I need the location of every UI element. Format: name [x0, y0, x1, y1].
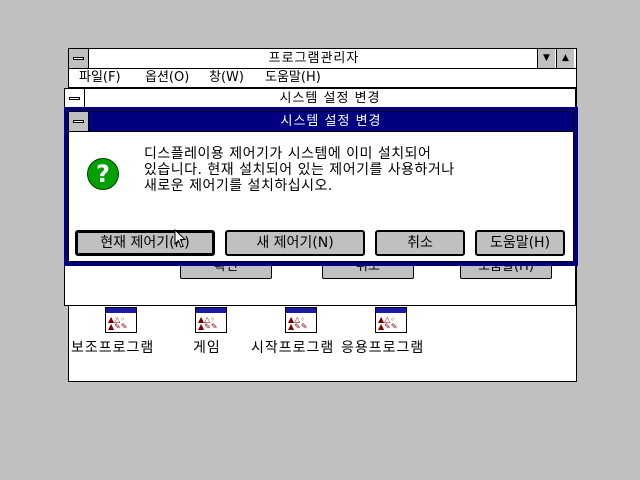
- message-line: 새로운 제어기를 설치하십시오.: [144, 178, 333, 194]
- message-line: 있습니다. 현재 설치되어 있는 제어기를 사용하거나: [144, 162, 455, 178]
- dialog-message: 디스플레이용 제어기가 시스템에 이미 설치되어 있습니다. 현재 설치되어 있…: [144, 146, 564, 194]
- program-group-icon[interactable]: ▲△◦ ▲✎✎: [195, 307, 227, 333]
- maximize-arrow-icon: ▲: [562, 53, 569, 63]
- group-label-accessories[interactable]: 보조프로그램: [71, 339, 154, 357]
- system-menu-box[interactable]: [69, 49, 89, 68]
- maximize-button[interactable]: ▲: [556, 49, 574, 68]
- menu-window[interactable]: 창(W): [205, 69, 248, 87]
- message-line: 디스플레이용 제어기가 시스템에 이미 설치되어: [144, 146, 432, 162]
- group-label-startup[interactable]: 시작프로그램: [251, 339, 334, 357]
- button-label: 취소: [407, 235, 433, 251]
- change-system-settings-dialog: 시스템 설정 변경 ? 디스플레이용 제어기가 시스템에 이미 설치되어 있습니…: [64, 107, 578, 266]
- dialog-titlebar[interactable]: 시스템 설정 변경: [69, 112, 573, 132]
- background-dialog-title: 시스템 설정 변경: [279, 91, 381, 106]
- program-manager-titlebar[interactable]: 프로그램관리자 ▼ ▲: [69, 49, 576, 69]
- cancel-button[interactable]: 취소: [375, 230, 465, 256]
- dialog-body: 시스템 설정 변경 ? 디스플레이용 제어기가 시스템에 이미 설치되어 있습니…: [68, 111, 574, 262]
- background-dialog-titlebar: 시스템 설정 변경: [65, 89, 575, 109]
- program-manager-menubar: 파일(F) 옵션(O) 창(W) 도움말(H): [69, 69, 576, 88]
- program-group-icon[interactable]: ▲△◦ ▲✎✎: [105, 307, 137, 333]
- dialog-title: 시스템 설정 변경: [280, 114, 382, 129]
- group-label-applications[interactable]: 응용프로그램: [341, 339, 424, 357]
- menu-help[interactable]: 도움말(H): [261, 69, 325, 87]
- program-group-icon[interactable]: ▲△◦ ▲✎✎: [285, 307, 317, 333]
- mouse-cursor-icon: [174, 229, 187, 248]
- program-manager-title: 프로그램관리자: [268, 51, 360, 66]
- minimize-arrow-icon: ▼: [543, 53, 550, 63]
- new-driver-button[interactable]: 새 제어기(N): [225, 230, 365, 256]
- current-driver-button[interactable]: 현재 제어기(R): [75, 230, 215, 256]
- program-group-icon[interactable]: ▲△◦ ▲✎✎: [375, 307, 407, 333]
- system-menu-box[interactable]: [69, 112, 89, 131]
- menu-options[interactable]: 옵션(O): [141, 69, 193, 87]
- question-icon: ?: [87, 158, 119, 190]
- minimize-button[interactable]: ▼: [537, 49, 555, 68]
- button-label: 도움말(H): [489, 235, 551, 251]
- menu-file[interactable]: 파일(F): [75, 69, 125, 87]
- system-menu-box[interactable]: [65, 89, 85, 108]
- button-label: 새 제어기(N): [256, 235, 334, 251]
- help-button[interactable]: 도움말(H): [475, 230, 565, 256]
- group-label-games[interactable]: 게임: [193, 339, 221, 357]
